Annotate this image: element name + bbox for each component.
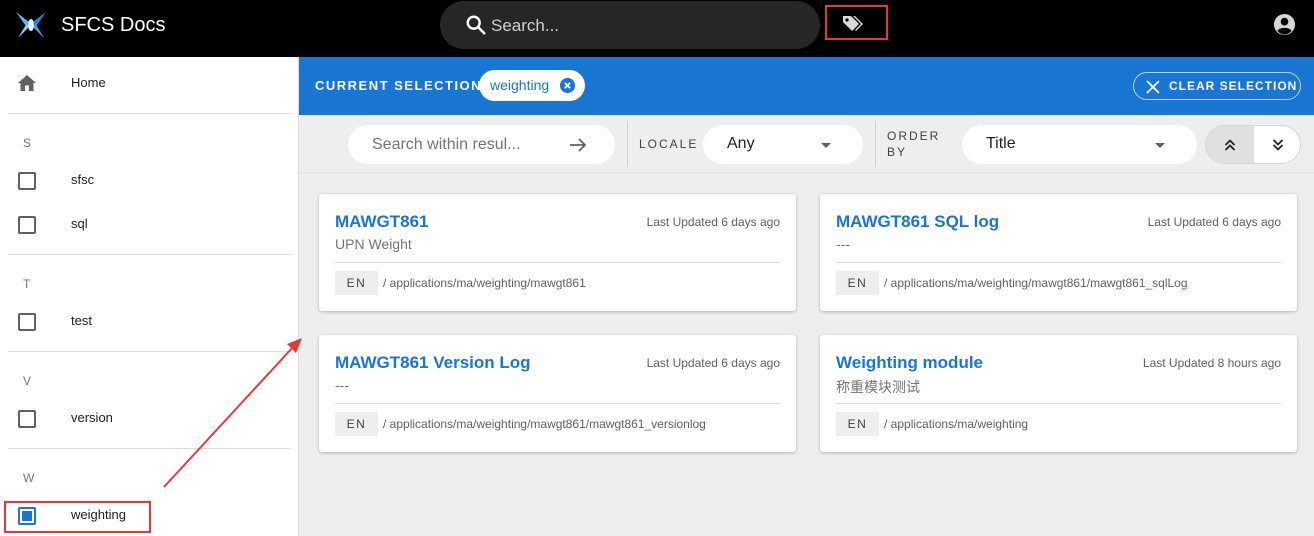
- divider: [875, 121, 876, 167]
- chevron-down-icon: [821, 143, 831, 148]
- card-path: / applications/ma/weighting/mawgt861: [383, 276, 586, 290]
- current-selection-bar: CURRENT SELECTION weighting CLEAR SELECT…: [299, 57, 1314, 115]
- close-icon: [1146, 80, 1160, 94]
- clear-selection-label: CLEAR SELECTION: [1169, 79, 1298, 93]
- card-locale-badge: EN: [335, 412, 378, 436]
- divider: [836, 262, 1281, 263]
- tags-icon: [843, 16, 863, 31]
- selection-chip[interactable]: weighting: [479, 70, 585, 101]
- order-by-value: Title: [986, 135, 1016, 152]
- chip-label: weighting: [490, 77, 550, 93]
- card-last-updated: Last Updated 8 hours ago: [1142, 356, 1281, 370]
- card-title-link[interactable]: Weighting module: [836, 353, 983, 373]
- home-icon: [18, 75, 36, 91]
- arrow-right-icon[interactable]: [569, 137, 587, 153]
- sort-direction-toggle: [1205, 125, 1301, 164]
- double-chevron-down-icon: [1272, 139, 1284, 151]
- card-locale-badge: EN: [836, 271, 879, 295]
- result-card[interactable]: MAWGT861 Last Updated 6 days ago UPN Wei…: [319, 194, 796, 311]
- result-card[interactable]: Weighting module Last Updated 8 hours ag…: [820, 335, 1297, 452]
- sort-ascending-button[interactable]: [1206, 126, 1254, 163]
- checkbox[interactable]: [18, 313, 36, 331]
- double-chevron-up-icon: [1224, 139, 1236, 151]
- app-logo-icon[interactable]: [14, 10, 48, 40]
- order-by-label-2: BY: [887, 145, 908, 159]
- sidebar-item-label: sql: [71, 216, 88, 231]
- group-header-s: S: [23, 136, 32, 150]
- filter-bar: Search within resul... LOCALE Any ORDER …: [299, 115, 1314, 173]
- sidebar-item-sql[interactable]: sql: [0, 205, 299, 245]
- divider: [627, 121, 628, 167]
- checkbox[interactable]: [18, 216, 36, 234]
- card-subtitle: ---: [836, 236, 850, 252]
- divider: [836, 403, 1281, 404]
- divider: [8, 351, 291, 352]
- sidebar-item-home[interactable]: Home: [0, 64, 299, 104]
- divider: [8, 448, 291, 449]
- checkbox[interactable]: [18, 410, 36, 428]
- group-header-t: T: [23, 277, 31, 291]
- result-card[interactable]: MAWGT861 SQL log Last Updated 6 days ago…: [820, 194, 1297, 311]
- sidebar-item-sfsc[interactable]: sfsc: [0, 161, 299, 201]
- sort-descending-button[interactable]: [1254, 126, 1300, 163]
- checkbox[interactable]: [18, 172, 36, 190]
- sidebar-item-label: Home: [71, 75, 106, 90]
- card-title-link[interactable]: MAWGT861 SQL log: [836, 212, 999, 232]
- card-subtitle: UPN Weight: [335, 236, 412, 252]
- locale-select[interactable]: Any: [703, 125, 863, 164]
- search-within-placeholder: Search within resul...: [372, 136, 521, 153]
- chevron-down-icon: [1155, 143, 1165, 148]
- chip-remove-icon[interactable]: [560, 78, 575, 93]
- card-subtitle: 称重模块测试: [836, 379, 920, 395]
- card-last-updated: Last Updated 6 days ago: [646, 356, 780, 370]
- clear-selection-button[interactable]: CLEAR SELECTION: [1133, 72, 1301, 100]
- sidebar-item-test[interactable]: test: [0, 302, 299, 342]
- sidebar-item-label: version: [71, 410, 113, 425]
- card-subtitle: ---: [335, 377, 349, 393]
- card-path: / applications/ma/weighting/mawgt861/maw…: [884, 276, 1188, 290]
- sidebar: Home S sfsc sql T test V version W weigh…: [0, 57, 299, 536]
- account-circle-icon[interactable]: [1273, 13, 1296, 36]
- group-header-v: V: [23, 374, 32, 388]
- card-locale-badge: EN: [836, 412, 879, 436]
- divider: [8, 254, 291, 255]
- divider: [335, 403, 780, 404]
- result-card[interactable]: MAWGT861 Version Log Last Updated 6 days…: [319, 335, 796, 452]
- highlight-box: [4, 501, 151, 533]
- card-title-link[interactable]: MAWGT861: [335, 212, 429, 232]
- card-last-updated: Last Updated 6 days ago: [1147, 215, 1281, 229]
- card-title-link[interactable]: MAWGT861 Version Log: [335, 353, 531, 373]
- order-by-label: ORDER: [887, 129, 941, 143]
- sidebar-item-label: test: [71, 313, 92, 328]
- top-app-bar: SFCS Docs Search...: [0, 0, 1314, 57]
- group-header-w: W: [23, 471, 35, 485]
- current-selection-label: CURRENT SELECTION: [315, 78, 483, 93]
- tags-button[interactable]: [825, 5, 888, 40]
- divider: [335, 262, 780, 263]
- app-title[interactable]: SFCS Docs: [61, 14, 165, 37]
- global-search-bar[interactable]: Search...: [440, 1, 820, 49]
- sidebar-item-version[interactable]: version: [0, 399, 299, 439]
- search-within-results-input[interactable]: Search within resul...: [348, 125, 615, 164]
- locale-value: Any: [727, 135, 755, 152]
- search-icon: [466, 15, 486, 35]
- card-locale-badge: EN: [335, 271, 378, 295]
- card-path: / applications/ma/weighting: [884, 417, 1029, 431]
- card-last-updated: Last Updated 6 days ago: [646, 215, 780, 229]
- sidebar-item-label: sfsc: [71, 172, 95, 187]
- order-by-select[interactable]: Title: [962, 125, 1197, 164]
- locale-label: LOCALE: [639, 137, 699, 151]
- card-path: / applications/ma/weighting/mawgt861/maw…: [383, 417, 706, 431]
- divider: [8, 113, 291, 114]
- search-input[interactable]: Search...: [491, 16, 559, 36]
